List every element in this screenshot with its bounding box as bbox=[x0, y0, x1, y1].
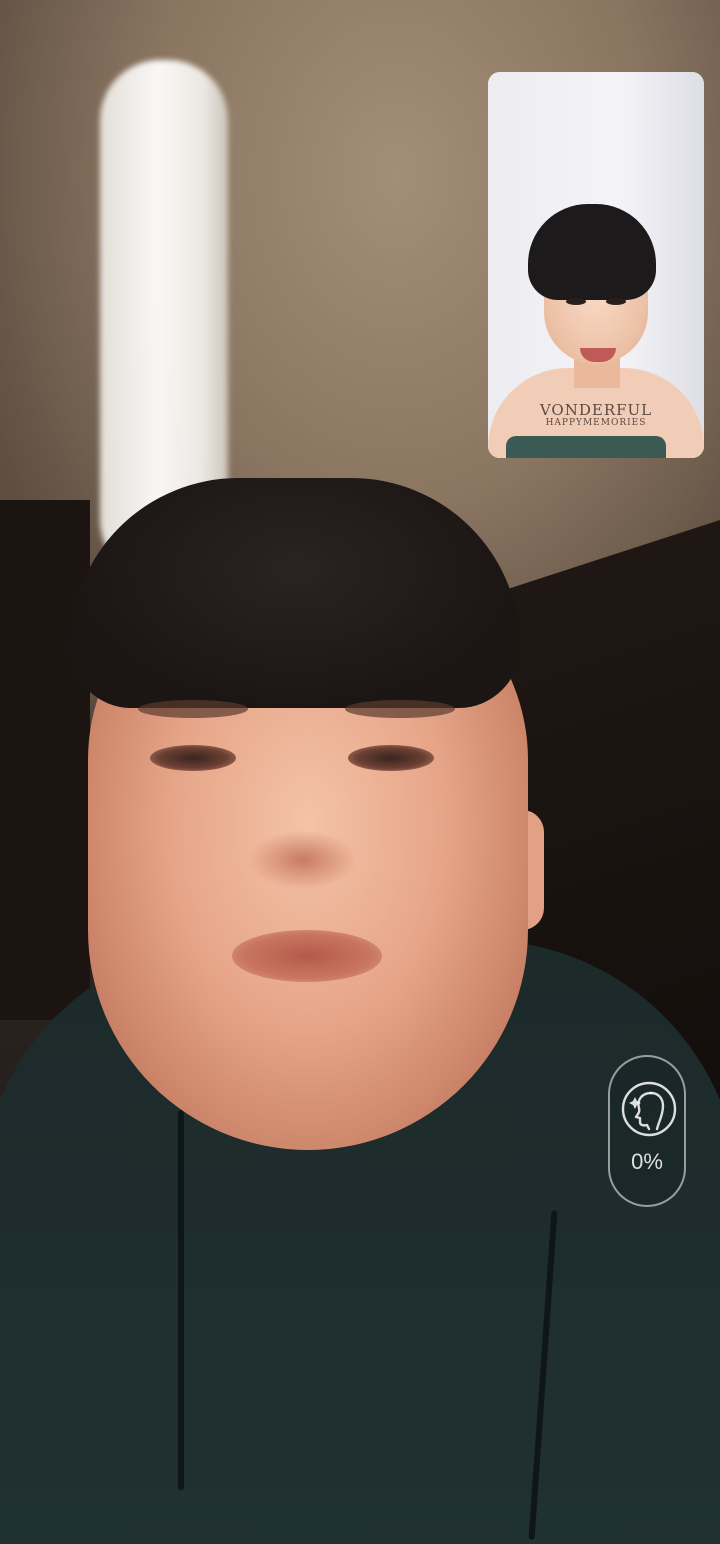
person-eyebrow-left bbox=[138, 700, 248, 718]
dark-doorframe-left bbox=[0, 500, 90, 1020]
person-mouth bbox=[232, 930, 382, 982]
self-view-eye-right bbox=[606, 298, 626, 305]
person-eye-right bbox=[348, 745, 434, 771]
self-view-eye-left bbox=[566, 298, 586, 305]
beauty-level-label: 0% bbox=[631, 1149, 663, 1174]
face-beauty-icon bbox=[621, 1081, 677, 1137]
hoodie-string-left bbox=[178, 1110, 184, 1490]
shirt-text-line2: HAPPYMEMORIES bbox=[545, 417, 647, 428]
person-nose bbox=[248, 830, 358, 890]
person-eye-left bbox=[150, 745, 236, 771]
person-eyebrow-right bbox=[345, 700, 455, 718]
shirt-text-line1: VONDERFUL bbox=[539, 401, 653, 419]
self-view-preview[interactable]: VONDERFUL HAPPYMEMORIES bbox=[488, 72, 704, 458]
self-view-shirt-print: VONDERFUL HAPPYMEMORIES bbox=[488, 402, 704, 428]
self-view-shirt-graphic bbox=[506, 436, 666, 458]
person-hair bbox=[70, 478, 520, 708]
video-call-screen: VONDERFUL HAPPYMEMORIES 0% bbox=[0, 0, 720, 1544]
beauty-filter-control[interactable]: 0% bbox=[608, 1055, 686, 1207]
